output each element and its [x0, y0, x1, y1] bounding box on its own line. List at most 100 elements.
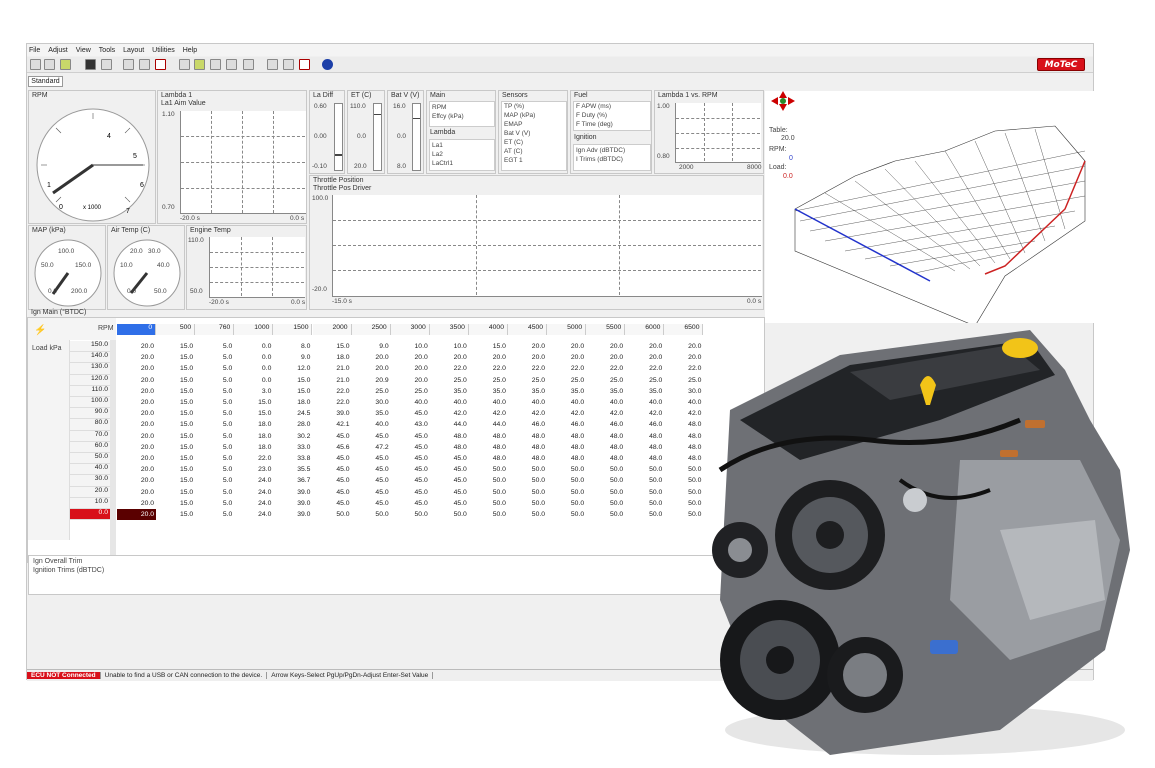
table-cell[interactable]: 50.0 [586, 486, 625, 497]
chart-icon[interactable] [139, 59, 150, 70]
table-cell[interactable]: 50.0 [508, 464, 547, 475]
table-cell[interactable]: 15.0 [156, 486, 195, 497]
table-cell[interactable]: 20.0 [391, 363, 430, 374]
table-cell[interactable]: 20.0 [117, 486, 156, 497]
load-bin[interactable]: 10.0 [70, 497, 110, 509]
table-cell[interactable]: 20.0 [117, 341, 156, 352]
table-cell[interactable]: 25.0 [547, 375, 586, 386]
rpm-bin[interactable]: 6500 [664, 324, 704, 335]
load-bin[interactable]: 60.0 [70, 441, 110, 453]
load-bin[interactable]: 0.0 [70, 509, 110, 521]
table-cell[interactable]: 50.0 [469, 486, 508, 497]
table-cell[interactable]: 24.0 [234, 486, 273, 497]
table-cell[interactable]: 15.0 [156, 431, 195, 442]
table-cell[interactable]: 15.0 [156, 408, 195, 419]
tab-standard[interactable]: Standard [28, 76, 63, 87]
table-cell[interactable]: 39.0 [312, 408, 351, 419]
table-cell[interactable]: 20.0 [117, 363, 156, 374]
table-cell[interactable]: 50.0 [469, 498, 508, 509]
table-cell[interactable]: 18.0 [234, 431, 273, 442]
table-cell[interactable]: 15.0 [156, 509, 195, 520]
list-item-rpm[interactable]: RPM [432, 104, 446, 111]
table-cell[interactable]: 15.0 [234, 408, 273, 419]
table-cell[interactable]: 20.0 [352, 363, 391, 374]
table-cell[interactable]: 46.0 [625, 419, 664, 430]
table-cell[interactable]: 45.0 [430, 453, 469, 464]
table-cell[interactable]: 46.0 [547, 419, 586, 430]
load-bin[interactable]: 110.0 [70, 385, 110, 397]
table-cell[interactable]: 40.0 [508, 397, 547, 408]
table-cell[interactable]: 15.0 [156, 397, 195, 408]
table-cell[interactable]: 5.0 [195, 363, 234, 374]
table-cell[interactable]: 9.0 [352, 341, 391, 352]
table-cell[interactable]: 50.0 [547, 498, 586, 509]
table-cell[interactable]: 48.0 [625, 442, 664, 453]
table-cell[interactable]: 0.0 [234, 341, 273, 352]
table-cell[interactable]: 5.0 [195, 352, 234, 363]
table-cell[interactable]: 20.0 [117, 498, 156, 509]
table-cell[interactable]: 0.0 [234, 352, 273, 363]
table-cell[interactable]: 30.0 [664, 386, 703, 397]
table-cell[interactable]: 45.0 [430, 464, 469, 475]
table-cell[interactable]: 50.0 [508, 509, 547, 520]
table-cell[interactable]: 45.0 [391, 442, 430, 453]
table-cell[interactable]: 20.0 [625, 352, 664, 363]
table-cell[interactable]: 50.0 [547, 475, 586, 486]
table-cell[interactable]: 22.0 [664, 363, 703, 374]
table-cell[interactable]: 42.0 [664, 408, 703, 419]
table-cell[interactable]: 48.0 [430, 431, 469, 442]
list-item-la1[interactable]: La1 [432, 142, 443, 149]
bars-icon[interactable] [299, 59, 310, 70]
table-cell[interactable]: 50.0 [508, 486, 547, 497]
rpm-bin[interactable]: 4000 [468, 324, 508, 335]
ignition-list[interactable]: Ign Adv (dBTDC) I Trims (dBTDC) [573, 144, 651, 171]
load-bin[interactable]: 70.0 [70, 430, 110, 442]
table-cell[interactable]: 33.0 [273, 442, 312, 453]
table-cell[interactable]: 48.0 [430, 442, 469, 453]
table-cell[interactable]: 25.0 [430, 375, 469, 386]
table-cell[interactable]: 45.0 [352, 486, 391, 497]
table-cell[interactable]: 50.0 [469, 464, 508, 475]
list-item-fapw[interactable]: F APW (ms) [576, 103, 611, 110]
table-cell[interactable]: 5.0 [195, 509, 234, 520]
table-cell[interactable]: 22.0 [234, 453, 273, 464]
table-cell[interactable]: 22.0 [586, 363, 625, 374]
copy-icon[interactable] [101, 59, 112, 70]
table-cell[interactable]: 48.0 [586, 453, 625, 464]
table-cell[interactable]: 45.0 [430, 475, 469, 486]
folder-icon[interactable] [60, 59, 71, 70]
table-cell[interactable]: 20.0 [586, 352, 625, 363]
table-cell[interactable]: 21.0 [312, 375, 351, 386]
table-cell[interactable]: 45.0 [391, 486, 430, 497]
table-cell[interactable]: 33.8 [273, 453, 312, 464]
table-cell[interactable]: 48.0 [664, 419, 703, 430]
table-cell[interactable]: 45.0 [312, 475, 351, 486]
table-cell[interactable]: 50.0 [312, 509, 351, 520]
list-item-map[interactable]: MAP (kPa) [504, 112, 535, 119]
table-cell[interactable]: 46.0 [586, 419, 625, 430]
main-list[interactable]: RPM Effcy (kPa) [429, 101, 495, 127]
table-cell[interactable]: 40.0 [469, 397, 508, 408]
table-cell[interactable]: 48.0 [586, 442, 625, 453]
table-cell[interactable]: 15.0 [156, 475, 195, 486]
table-cell[interactable]: 15.0 [156, 419, 195, 430]
table-cell[interactable]: 5.0 [195, 408, 234, 419]
table-cell[interactable]: 0.0 [234, 375, 273, 386]
list-item-et[interactable]: ET (C) [504, 139, 523, 146]
table-cell[interactable]: 40.0 [664, 397, 703, 408]
table-cell[interactable]: 50.0 [664, 498, 703, 509]
load-bin[interactable]: 20.0 [70, 486, 110, 498]
save-icon[interactable] [85, 59, 96, 70]
table-cell[interactable]: 20.0 [117, 475, 156, 486]
table-cell[interactable]: 35.0 [352, 408, 391, 419]
menu-layout[interactable]: Layout [123, 47, 144, 54]
table-cell[interactable]: 42.0 [625, 408, 664, 419]
table-cell[interactable]: 50.0 [664, 464, 703, 475]
table-cell[interactable]: 50.0 [664, 475, 703, 486]
table-cell[interactable]: 15.0 [469, 341, 508, 352]
table-cell[interactable]: 39.0 [273, 509, 312, 520]
rpm-bin[interactable]: 500 [156, 324, 196, 335]
table-cell[interactable]: 45.0 [352, 475, 391, 486]
list-item-emap[interactable]: EMAP [504, 121, 522, 128]
table-cell[interactable]: 28.0 [273, 419, 312, 430]
